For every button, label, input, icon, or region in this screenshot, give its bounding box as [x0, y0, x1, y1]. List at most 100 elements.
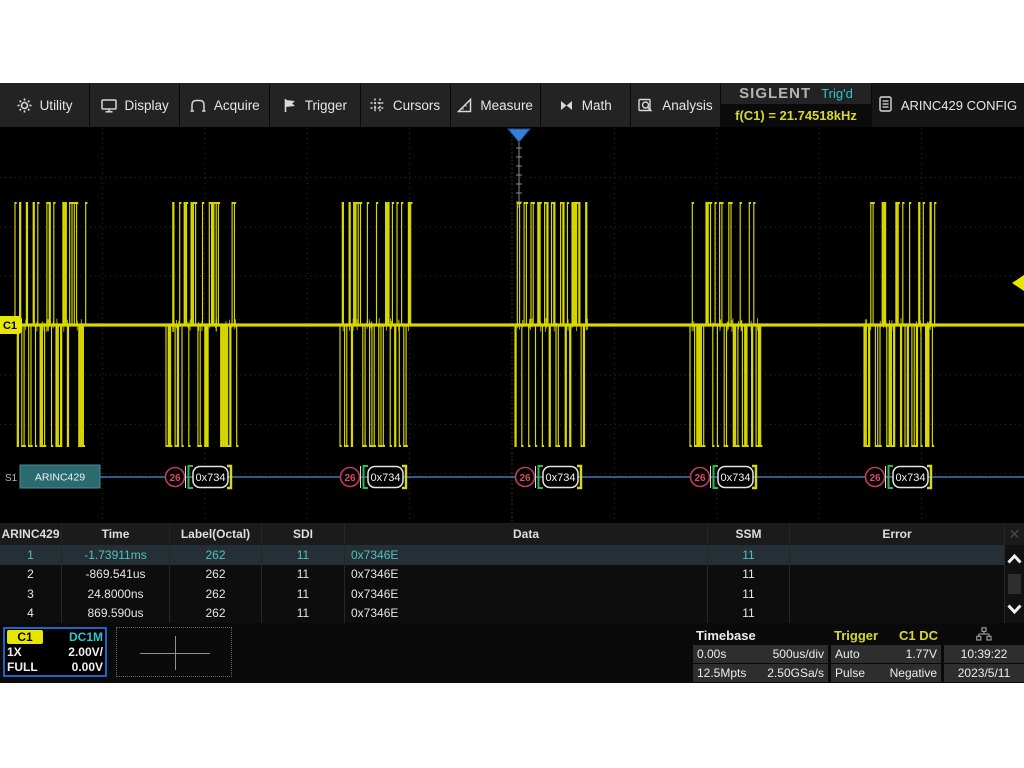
channel1-position-marker[interactable]: C1: [0, 316, 22, 334]
trigger-box[interactable]: Trigger C1 DC Auto 1.77V Pulse Negative: [831, 627, 941, 682]
gear-icon: [17, 98, 32, 113]
svg-text:26: 26: [344, 473, 356, 484]
arinc429-config-button[interactable]: ARINC429 CONFIG: [872, 83, 1024, 127]
menu-utility[interactable]: Utility: [0, 83, 90, 127]
monitor-icon: [101, 98, 117, 113]
table-cell: 869.590us: [62, 604, 170, 624]
bowtie-icon: [559, 98, 574, 113]
table-cell: -1.73911ms: [62, 545, 170, 565]
menu-cursors-label: Cursors: [393, 98, 440, 113]
clock-box: 10:39:22 2023/5/11: [944, 627, 1024, 682]
decode-frame: 26 0x734: [516, 466, 582, 488]
table-cell: -869.541us: [62, 565, 170, 585]
table-cell: 11: [708, 584, 790, 604]
timebase-scale: 500us/div: [773, 647, 824, 661]
trigger-source: C1 DC: [899, 628, 938, 643]
status-bar: C1 DC1M 1X 2.00V/ FULL 0.00V Timebase 0.…: [0, 623, 1024, 683]
trigger-level: 1.77V: [906, 647, 937, 661]
magnifier-doc-icon: [638, 98, 654, 113]
channel1-coupling: DC1M: [69, 630, 103, 644]
flag-icon: [283, 98, 297, 113]
table-cell: 2: [0, 565, 62, 585]
trigger-mode: Auto: [835, 647, 860, 661]
trigger-status-badge: Trig'd: [821, 86, 853, 101]
frequency-readout: f(C1) = 21.74518kHz: [721, 104, 871, 127]
timebase-box[interactable]: Timebase 0.00s 500us/div 12.5Mpts 2.50GS…: [693, 627, 828, 682]
set-square-icon: [457, 98, 472, 113]
svg-text:0x734: 0x734: [546, 472, 576, 484]
table-cell: 11: [262, 565, 345, 585]
table-cell: 262: [170, 604, 262, 624]
menu-display[interactable]: Display: [90, 83, 180, 127]
channel1-bandwidth: FULL: [7, 660, 38, 674]
menu-acquire-label: Acquire: [214, 98, 260, 113]
table-row[interactable]: 1-1.73911ms262110x7346E11: [0, 545, 1005, 566]
table-cell: 262: [170, 545, 262, 565]
table-cell: 11: [262, 604, 345, 624]
svg-text:C1: C1: [3, 320, 17, 332]
svg-text:26: 26: [694, 473, 706, 484]
channel1-probe: 1X: [7, 645, 22, 659]
table-row[interactable]: 324.8000ns262110x7346E11: [0, 584, 1005, 605]
table-header-label-octal-: Label(Octal): [170, 523, 262, 545]
table-cell: 11: [708, 604, 790, 624]
bus-s1-label: S1: [5, 473, 18, 484]
scroll-up-icon[interactable]: [1005, 547, 1024, 571]
menu-math-label: Math: [582, 98, 612, 113]
menu-trigger[interactable]: Trigger: [270, 83, 360, 127]
table-cell: 11: [708, 545, 790, 565]
decode-frame: 26 0x734: [691, 466, 757, 488]
trigger-title: Trigger: [834, 628, 878, 643]
timebase-delay: 0.00s: [697, 647, 726, 661]
crosshair-icon: [175, 636, 176, 670]
table-cell: 0x7346E: [345, 604, 708, 624]
acquire-gate-icon: [190, 98, 206, 113]
trigger-slope: Negative: [890, 666, 937, 680]
table-cell: 3: [0, 584, 62, 604]
menu-measure[interactable]: Measure: [451, 83, 541, 127]
menu-analysis[interactable]: Analysis: [631, 83, 721, 127]
close-icon[interactable]: ✕: [1005, 523, 1024, 545]
decode-table-header: ARINC429TimeLabel(Octal)SDIDataSSMError: [0, 523, 1005, 546]
menu-trigger-label: Trigger: [305, 98, 347, 113]
channel1-scale: 2.00V/: [68, 645, 103, 659]
arinc429-config-label: ARINC429 CONFIG: [901, 98, 1017, 113]
channel1-box[interactable]: C1 DC1M 1X 2.00V/ FULL 0.00V: [3, 627, 107, 677]
menu-utility-label: Utility: [40, 98, 73, 113]
svg-text:26: 26: [869, 473, 881, 484]
svg-text:0x734: 0x734: [721, 472, 751, 484]
table-cell: [790, 565, 1005, 585]
table-cell: 0x7346E: [345, 565, 708, 585]
scroll-down-icon[interactable]: [1005, 597, 1024, 621]
table-header-time: Time: [62, 523, 170, 545]
table-row[interactable]: 4869.590us262110x7346E11: [0, 604, 1005, 625]
decode-frame: 260x734: [341, 466, 407, 488]
table-header-data: Data: [345, 523, 708, 545]
menu-math[interactable]: Math: [541, 83, 631, 127]
svg-text:0x734: 0x734: [896, 472, 926, 484]
menu-measure-label: Measure: [480, 98, 533, 113]
table-cell: 262: [170, 565, 262, 585]
table-cell: [790, 604, 1005, 624]
waveform-display: C1S1ARINC429260x734260x734260x734260x734…: [0, 128, 1024, 523]
system-time: 10:39:22: [961, 647, 1008, 661]
channel1-badge: C1: [7, 630, 43, 644]
trigger-type: Pulse: [835, 666, 865, 680]
table-cell: [790, 545, 1005, 565]
oscilloscope-screen: Utility Display Acquire Trigger Cursors: [0, 83, 1024, 683]
menu-analysis-label: Analysis: [662, 98, 712, 113]
menu-acquire[interactable]: Acquire: [180, 83, 270, 127]
table-row[interactable]: 2-869.541us262110x7346E11: [0, 565, 1005, 586]
menu-cursors[interactable]: Cursors: [361, 83, 451, 127]
decode-frame: 26 0x734: [866, 466, 932, 488]
svg-text:26: 26: [519, 473, 531, 484]
siglent-logo: SIGLENT: [739, 85, 811, 102]
system-date: 2023/5/11: [958, 666, 1011, 680]
decode-table-scrollbar: ✕: [1005, 523, 1024, 623]
table-cell: 11: [262, 545, 345, 565]
svg-text:ARINC429: ARINC429: [35, 472, 85, 484]
table-header-sdi: SDI: [262, 523, 345, 545]
table-cell: 4: [0, 604, 62, 624]
scrollbar-track[interactable]: [1008, 574, 1021, 594]
table-header-ssm: SSM: [708, 523, 790, 545]
